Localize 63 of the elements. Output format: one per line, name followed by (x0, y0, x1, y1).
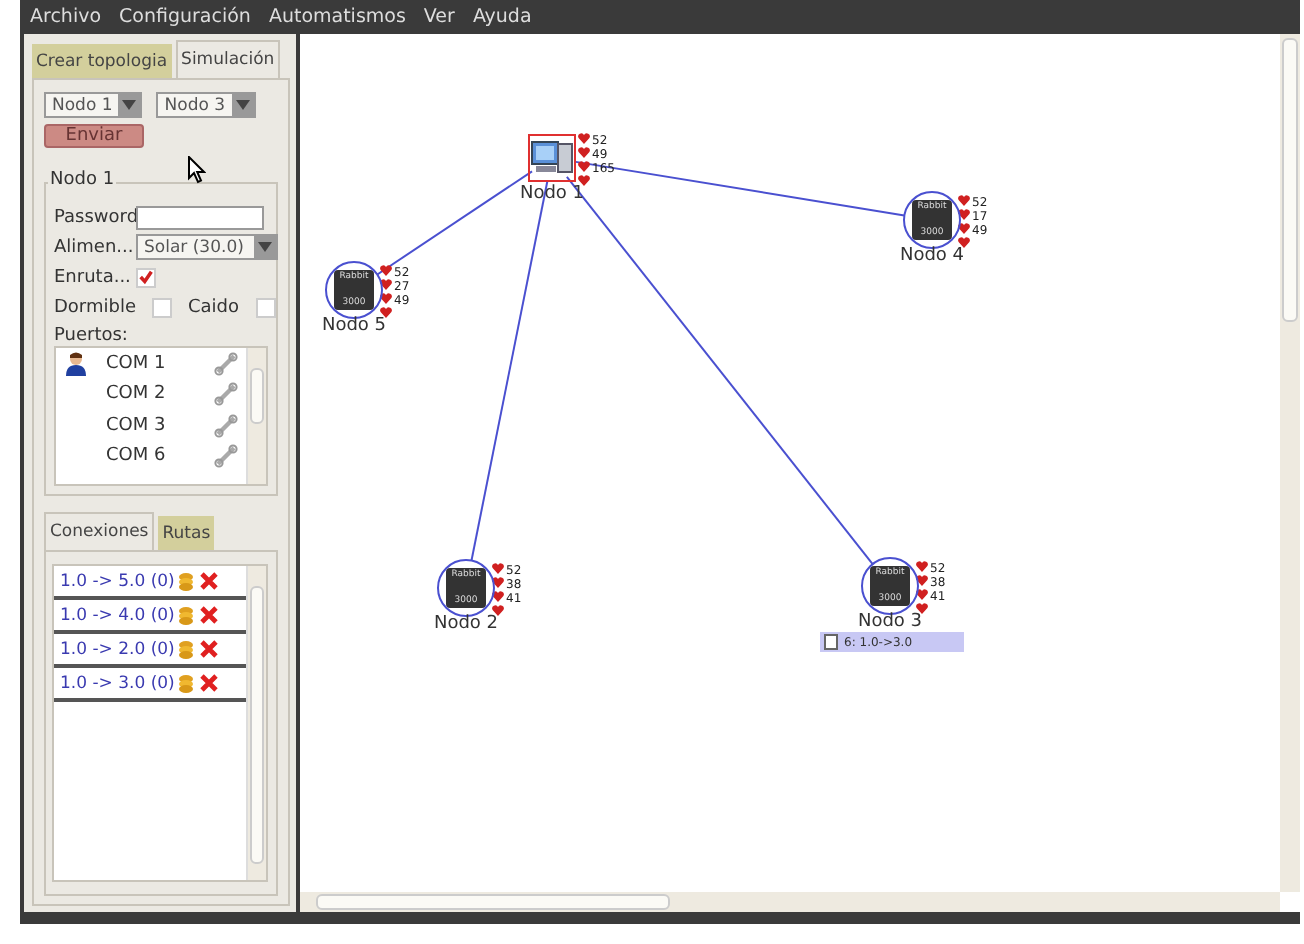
connection-item[interactable]: 1.0 -> 2.0 (0) (60, 639, 172, 659)
group-title: Nodo 1 (48, 170, 117, 190)
menu-item[interactable]: Ver (423, 6, 455, 28)
wrench-icon (214, 413, 238, 438)
hearts-icon (578, 132, 590, 188)
hearts-icon (492, 562, 504, 618)
hearts-icon (958, 194, 970, 250)
list-item[interactable]: COM 2 (56, 379, 246, 410)
list-item[interactable]: COM 3 (56, 410, 246, 441)
node-label: Nodo 2 (431, 614, 501, 634)
node-label: Nodo 4 (897, 246, 967, 266)
ring-icon (860, 556, 920, 616)
mouse-pointer-icon (188, 156, 206, 184)
connection-item[interactable]: 1.0 -> 3.0 (0) (60, 673, 172, 693)
list-item[interactable]: COM 6 (56, 441, 246, 472)
tab[interactable]: Simulación (175, 40, 281, 78)
coins-icon (178, 673, 194, 693)
delete-icon (200, 572, 218, 590)
wrench-icon (214, 444, 238, 469)
delete-icon (200, 606, 218, 624)
coins-icon (178, 605, 194, 625)
caret-icon (122, 100, 137, 110)
menu-item[interactable]: Configuración (119, 6, 251, 28)
node-label: Nodo 5 (319, 316, 389, 336)
menu-item[interactable]: Ayuda (472, 6, 532, 28)
ring-icon (902, 190, 962, 250)
send-button[interactable]: Enviar (44, 124, 144, 148)
caret-icon (258, 242, 272, 252)
checkbox-label: Caido (188, 297, 240, 317)
ring-icon (324, 260, 384, 320)
tab[interactable]: Conexiones (44, 512, 155, 550)
node-label: Nodo 3 (855, 612, 925, 632)
caret-icon (235, 100, 250, 110)
horizontal-scrollbar[interactable] (300, 892, 1280, 912)
coins-icon (178, 571, 194, 591)
dropdown[interactable]: Solar (30.0) (136, 234, 278, 260)
checkbox-label: Dormible (54, 297, 136, 317)
delete-icon (200, 674, 218, 692)
password-field[interactable] (136, 205, 264, 229)
wrench-icon (214, 382, 238, 407)
wrench-icon (214, 351, 238, 376)
delete-icon (200, 640, 218, 658)
tab[interactable]: Rutas (158, 516, 215, 550)
ring-icon (436, 558, 496, 618)
document-icon (824, 634, 838, 650)
dropdown[interactable]: Nodo 3 (156, 92, 256, 118)
list-scrollbar[interactable] (246, 566, 266, 880)
list-scrollbar[interactable] (246, 348, 266, 484)
hearts-icon (916, 560, 928, 616)
connection-item[interactable]: 1.0 -> 4.0 (0) (60, 605, 172, 625)
dropdown[interactable]: Nodo 1 (44, 92, 143, 118)
field-label: Enruta... (54, 267, 128, 287)
field-label: Puertos: (54, 326, 130, 346)
connection-item[interactable]: 1.0 -> 5.0 (0) (60, 571, 172, 591)
menu-item[interactable]: Archivo (30, 6, 102, 28)
checkbox[interactable] (136, 267, 156, 287)
field-label: Alimen... (54, 237, 128, 257)
list-item[interactable]: COM 1 (56, 348, 246, 379)
vertical-scrollbar[interactable] (1280, 34, 1300, 892)
menu-item[interactable]: Automatismos (268, 6, 406, 28)
coins-icon (178, 639, 194, 659)
tab[interactable]: Crear topologia (32, 44, 172, 78)
hearts-icon (380, 264, 392, 320)
